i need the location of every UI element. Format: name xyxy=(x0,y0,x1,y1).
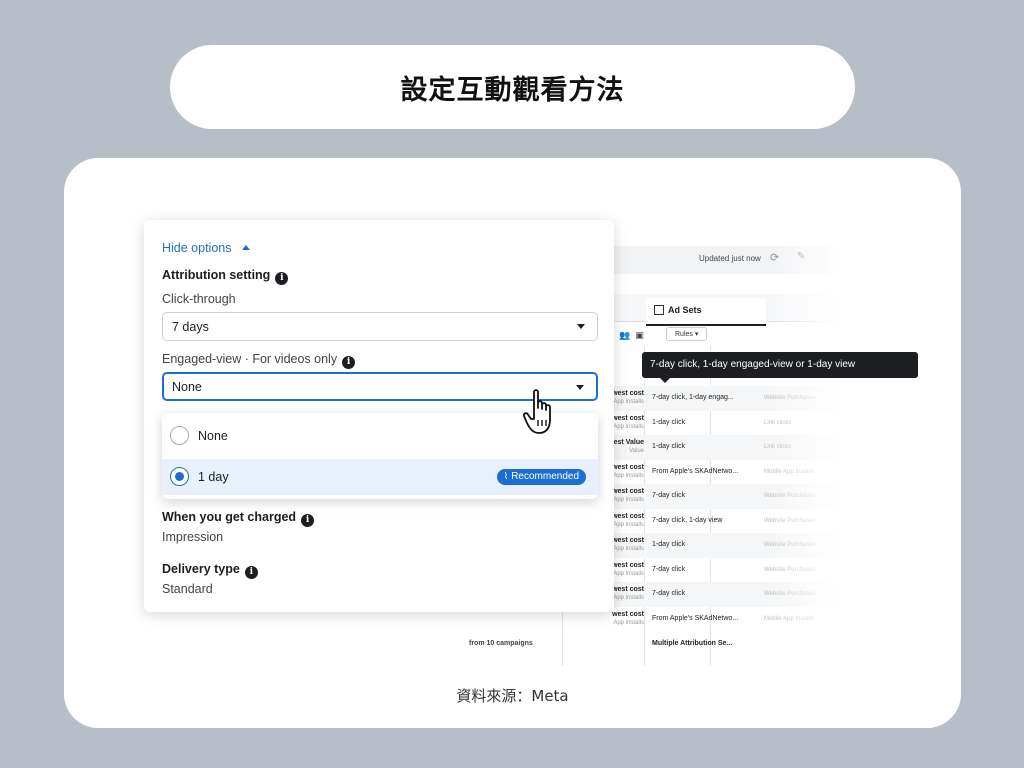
cell-attribution: 7-day click xyxy=(652,590,686,597)
cell-attribution: From Apple's SKAdNetwo... xyxy=(652,467,739,475)
when-charged-label: When you get charged xyxy=(162,510,297,524)
grid-icon xyxy=(654,305,664,315)
engaged-view-heading: Engaged-view · For videos only i xyxy=(162,352,356,369)
footer-summary: from 10 campaigns xyxy=(469,640,533,647)
click-through-select[interactable]: 7 days xyxy=(162,312,598,341)
cell-result-value: west cost xyxy=(612,463,644,471)
engaged-view-label: Engaged-view · For videos only xyxy=(162,352,338,366)
caret-down-icon xyxy=(576,385,584,390)
when-charged-heading: When you get charged i xyxy=(162,510,315,527)
when-charged-value: Impression xyxy=(162,530,224,544)
cell-attribution: 7-day click xyxy=(652,565,686,573)
caret-down-icon xyxy=(577,324,585,329)
option-1-day[interactable]: 1 day ⌇ Recommended xyxy=(162,459,598,495)
cell-attribution: 7-day click xyxy=(652,492,686,499)
cell-result-sub: App installs xyxy=(613,619,644,626)
updated-status: Updated just now xyxy=(699,254,761,263)
delivery-type-label: Delivery type xyxy=(162,562,240,576)
radio-button-selected[interactable] xyxy=(170,467,189,486)
cell-result-value: west cost xyxy=(612,610,644,618)
cell-result-value: west cost xyxy=(612,390,644,397)
rules-label: Rules xyxy=(675,331,693,338)
cell-attribution: 1-day click xyxy=(652,541,686,548)
content-card: Updated just now ⟳ ✎ Ad Sets 👥 ▣ Rules ▾… xyxy=(64,158,961,728)
badge-label: Recommended xyxy=(511,471,579,482)
cell-attribution: 7-day click, 1-day engag... xyxy=(652,394,734,401)
option-label: 1 day xyxy=(198,470,229,484)
rules-button[interactable]: Rules ▾ xyxy=(666,327,708,341)
fade-overlay xyxy=(769,246,839,666)
recommended-badge: ⌇ Recommended xyxy=(496,469,586,485)
cell-attribution: 1-day click xyxy=(652,418,686,426)
info-icon[interactable]: i xyxy=(244,566,258,579)
hide-options-label: Hide options xyxy=(162,241,232,255)
title-banner: 設定互動觀看方法 xyxy=(170,45,855,129)
hand-cursor-icon xyxy=(522,389,551,434)
sparkle-icon: ⌇ xyxy=(503,471,509,481)
cell-attribution: From Apple's SKAdNetwo... xyxy=(652,614,739,622)
cell-result-value: west cost xyxy=(612,414,644,422)
click-through-label: Click-through xyxy=(162,292,236,306)
info-icon[interactable]: i xyxy=(275,272,289,285)
attribution-setting-heading: Attribution setting i xyxy=(162,268,289,285)
cell-result: west cost App installs xyxy=(594,610,644,628)
cell-result-value: west cost xyxy=(612,586,644,593)
cell-result-value: west cost xyxy=(612,561,644,569)
source-caption: 資料來源：Meta xyxy=(456,687,569,705)
click-through-value: 7 days xyxy=(172,320,209,334)
tab-ad-sets[interactable]: Ad Sets xyxy=(646,298,766,326)
tab-ad-sets-label: Ad Sets xyxy=(668,305,702,315)
cell-attribution: 1-day click xyxy=(652,443,686,450)
attribution-tooltip: 7-day click, 1-day engaged-view or 1-day… xyxy=(642,352,918,383)
cell-result-value: west cost xyxy=(612,488,644,495)
cell-result-value: west cost xyxy=(612,537,644,544)
toolbar-icons[interactable]: 👥 ▣ xyxy=(619,330,644,341)
footer-attribution: Multiple Attribution Se... xyxy=(652,640,733,647)
engaged-view-value: None xyxy=(172,380,202,394)
info-icon[interactable]: i xyxy=(342,356,356,369)
info-icon[interactable]: i xyxy=(301,514,315,527)
cell-result-value: west cost xyxy=(612,512,644,520)
page-title: 設定互動觀看方法 xyxy=(400,74,625,106)
attribution-setting-label: Attribution setting xyxy=(162,268,271,282)
delivery-type-value: Standard xyxy=(162,582,213,596)
option-label: None xyxy=(198,429,228,443)
cell-attribution: 7-day click, 1-day view xyxy=(652,516,723,524)
chevron-up-icon xyxy=(241,245,250,250)
delivery-type-heading: Delivery type i xyxy=(162,562,258,579)
hide-options-link[interactable]: Hide options xyxy=(162,241,250,255)
radio-button[interactable] xyxy=(170,426,189,445)
